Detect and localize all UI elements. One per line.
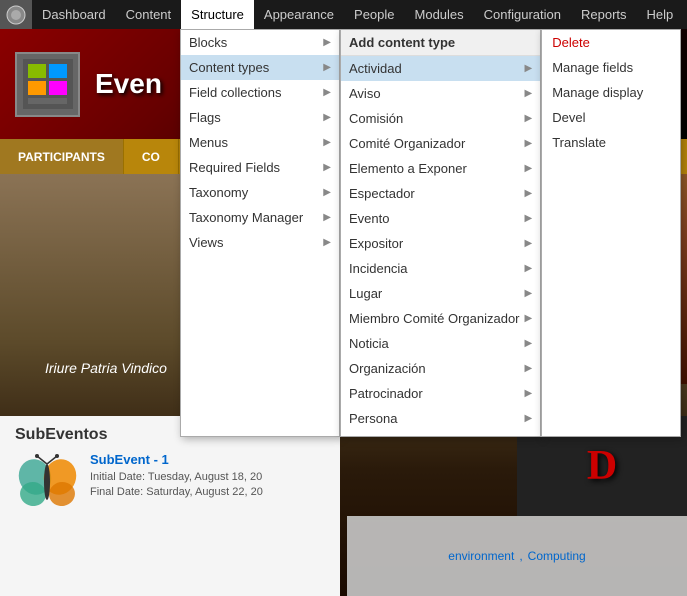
arrow-icon: ▶ [525,188,533,199]
dropdown-container: Blocks ▶ Content types ▶ Field collectio… [180,29,681,437]
tag-environment[interactable]: environment [448,549,514,563]
structure-dropdown: Blocks ▶ Content types ▶ Field collectio… [180,29,340,437]
ct-comision[interactable]: Comisión ▶ [341,106,540,131]
arrow-icon: ▶ [525,63,533,74]
actividad-actions-dropdown: Delete Manage fields Manage display Deve… [541,29,681,437]
sub-event-initial-date: Initial Date: Tuesday, August 18, 20 [90,470,263,485]
nav-dashboard[interactable]: Dashboard [32,0,116,29]
menu-item-required-fields[interactable]: Required Fields ▶ [181,155,339,180]
nav-configuration[interactable]: Configuration [474,0,571,29]
arrow-icon: ▶ [525,163,533,174]
arrow-icon: ▶ [525,213,533,224]
sub-event-item: SubEvent - 1 Initial Date: Tuesday, Augu… [15,452,325,517]
sub-event-final-date: Final Date: Saturday, August 22, 20 [90,485,263,500]
nav-help[interactable]: Help [637,0,684,29]
arrow-icon: ▶ [323,187,331,198]
menu-item-menus[interactable]: Menus ▶ [181,130,339,155]
content-types-list: Actividad ▶ Aviso ▶ Comisión ▶ Comité Or… [341,56,540,436]
ct-elemento-a-exponer[interactable]: Elemento a Exponer ▶ [341,156,540,181]
menu-item-taxonomy-manager[interactable]: Taxonomy Manager ▶ [181,205,339,230]
menu-item-taxonomy[interactable]: Taxonomy ▶ [181,180,339,205]
ct-patrocinador[interactable]: Patrocinador ▶ [341,381,540,406]
arrow-icon: ▶ [323,87,331,98]
sub-event-name[interactable]: SubEvent - 1 [90,452,263,467]
nav-reports[interactable]: Reports [571,0,637,29]
action-translate[interactable]: Translate [542,130,680,155]
ct-organizacion[interactable]: Organización ▶ [341,356,540,381]
menu-item-blocks[interactable]: Blocks ▶ [181,30,339,55]
action-devel[interactable]: Devel [542,105,680,130]
arrow-icon: ▶ [525,313,533,324]
ct-noticia[interactable]: Noticia ▶ [341,331,540,356]
nav-people[interactable]: People [344,0,404,29]
menu-item-flags[interactable]: Flags ▶ [181,105,339,130]
arrow-icon: ▶ [323,37,331,48]
arrow-icon: ▶ [525,338,533,349]
action-delete[interactable]: Delete [542,30,680,55]
arrow-icon: ▶ [525,388,533,399]
top-navigation: Dashboard Content Structure Appearance P… [0,0,687,29]
page-background: Even PARTICIPANTS CO SC SERVICES SPONSOR… [0,29,687,596]
arrow-icon: ▶ [525,88,533,99]
nav-structure[interactable]: Structure [181,0,254,29]
arrow-icon: ▶ [323,62,331,73]
ct-incidencia[interactable]: Incidencia ▶ [341,256,540,281]
nav-modules[interactable]: Modules [405,0,474,29]
ct-expositor[interactable]: Expositor ▶ [341,231,540,256]
menu-item-views[interactable]: Views ▶ [181,230,339,255]
ct-miembro-comite[interactable]: Miembro Comité Organizador ▶ [341,306,540,331]
action-manage-fields[interactable]: Manage fields [542,55,680,80]
sub-event-info: SubEvent - 1 Initial Date: Tuesday, Augu… [90,452,263,501]
arrow-icon: ▶ [525,363,533,374]
arrow-icon: ▶ [525,238,533,249]
ct-actividad[interactable]: Actividad ▶ [341,56,540,81]
action-manage-display[interactable]: Manage display [542,80,680,105]
arrow-icon: ▶ [525,288,533,299]
tag-area: environment, Computing [347,516,687,596]
arrow-icon: ▶ [525,263,533,274]
caption-text: Iriure Patria Vindico [45,360,167,376]
sub-section: SubEventos [0,416,340,596]
ct-persona[interactable]: Persona ▶ [341,406,540,431]
arrow-icon: ▶ [323,237,331,248]
arrow-icon: ▶ [323,212,331,223]
site-logo[interactable] [0,0,32,29]
ct-comite-organizador[interactable]: Comité Organizador ▶ [341,131,540,156]
ct-aviso[interactable]: Aviso ▶ [341,81,540,106]
event-logo [15,52,80,117]
tab-co[interactable]: CO [124,139,179,174]
ct-espectador[interactable]: Espectador ▶ [341,181,540,206]
content-types-dropdown: Add content type Actividad ▶ Aviso ▶ Com… [340,29,541,437]
arrow-icon: ▶ [323,137,331,148]
ct-evento[interactable]: Evento ▶ [341,206,540,231]
arrow-icon: ▶ [323,162,331,173]
sub-event-logo [15,452,80,517]
ct-lugar[interactable]: Lugar ▶ [341,281,540,306]
menu-item-content-types[interactable]: Content types ▶ [181,55,339,80]
ct-pni[interactable]: PNI ▶ [341,431,540,436]
arrow-icon: ▶ [525,113,533,124]
arrow-icon: ▶ [525,413,533,424]
arrow-icon: ▶ [323,112,331,123]
nav-content[interactable]: Content [116,0,182,29]
tab-participants[interactable]: PARTICIPANTS [0,139,124,174]
add-content-type-header[interactable]: Add content type [341,30,540,56]
tag-computing[interactable]: Computing [528,549,586,563]
event-title: Even [95,68,162,100]
nav-appearance[interactable]: Appearance [254,0,344,29]
arrow-icon: ▶ [525,138,533,149]
menu-item-field-collections[interactable]: Field collections ▶ [181,80,339,105]
